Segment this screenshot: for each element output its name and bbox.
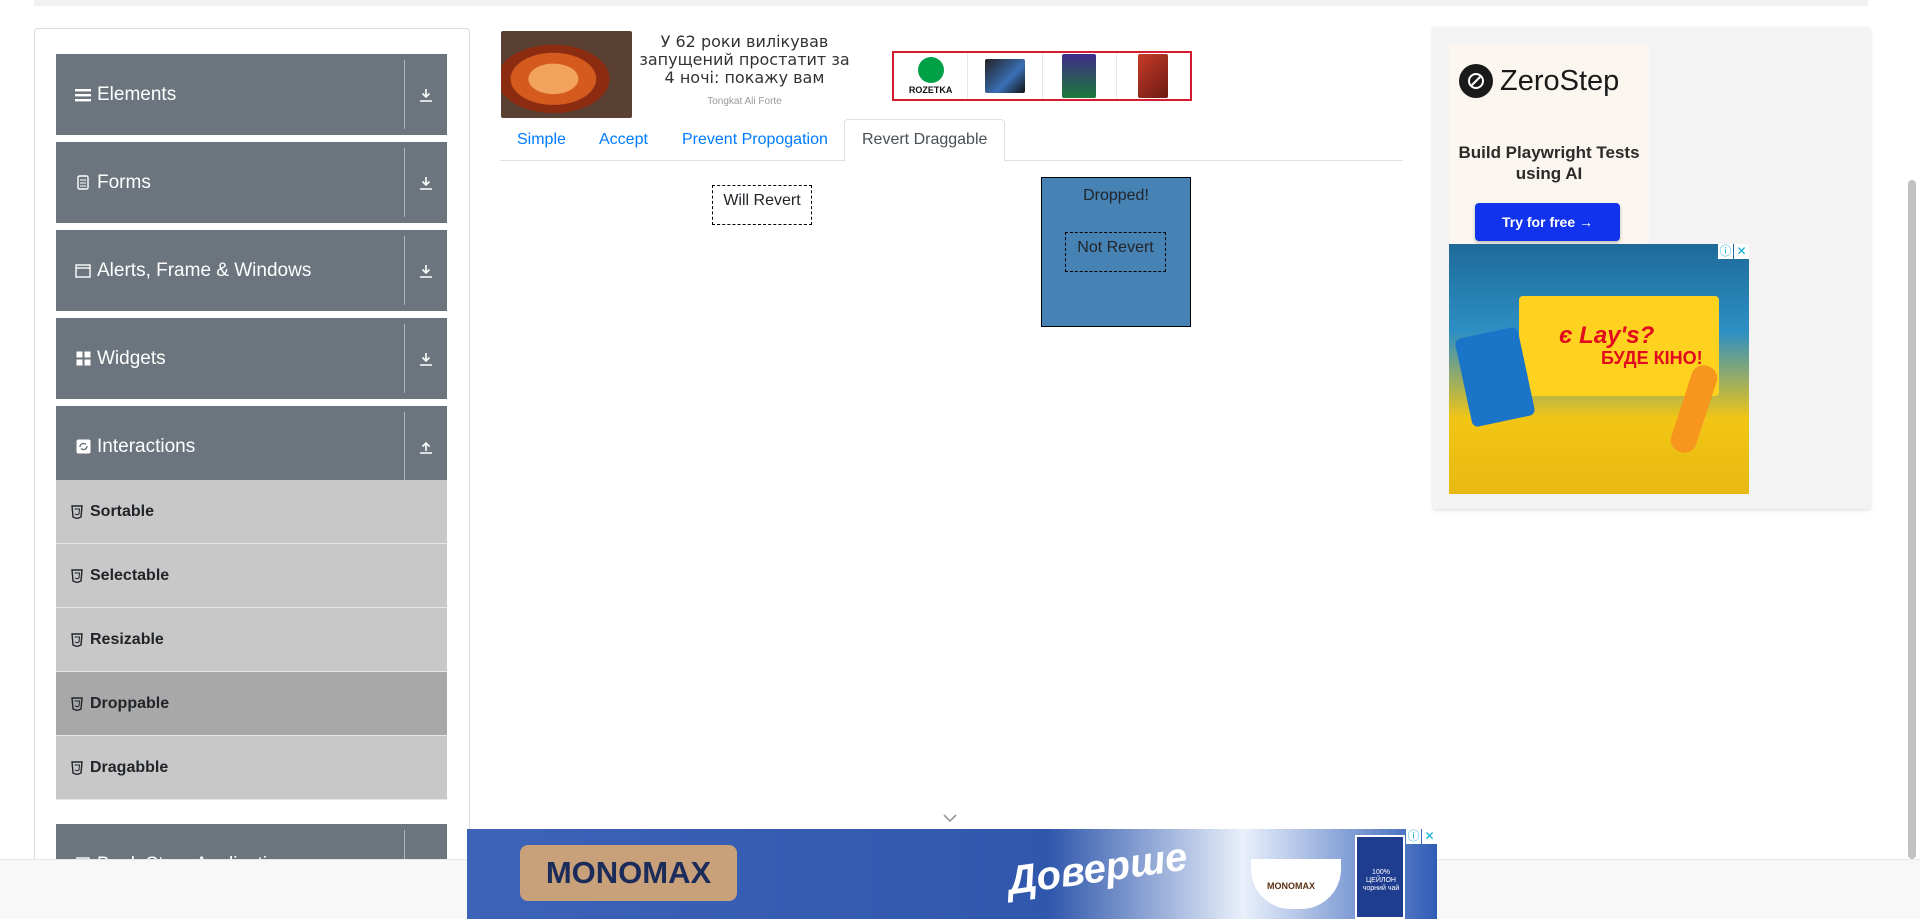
phone-image — [1138, 54, 1169, 98]
not-revert-draggable[interactable]: Not Revert — [1065, 232, 1166, 272]
sidebar-item-selectable[interactable]: Selectable — [56, 544, 447, 608]
monitor-image — [984, 59, 1025, 93]
lays-ad[interactable]: є Lay's? БУДЕ КІНО! ⓘ ✕ — [1449, 244, 1749, 494]
ad-close-icon[interactable]: ✕ — [1422, 829, 1437, 844]
zerostep-logo: ZeroStep — [1459, 64, 1619, 98]
will-revert-draggable[interactable]: Will Revert — [712, 185, 812, 225]
html5-icon — [70, 760, 84, 776]
ad-rozetka[interactable]: ROZETKA — [892, 51, 1192, 101]
ad-top-source[interactable]: Tongkat Ali Forte — [632, 96, 857, 107]
sidebar-item-label: Resizable — [90, 630, 164, 648]
widgets-icon — [75, 351, 91, 367]
sidebar-group-label: Elements — [97, 83, 177, 105]
droppable-tabs: Simple Accept Prevent Propogation Revert… — [500, 119, 1403, 162]
ad-info-icon[interactable]: ⓘ — [1718, 244, 1733, 259]
divider — [404, 236, 405, 305]
left-sidebar: Elements Forms Alerts, Frame & Windows W… — [34, 28, 470, 919]
sidebar-item-label: Sortable — [90, 502, 155, 520]
monomax-brand: MONOMAX — [520, 845, 737, 901]
top-strip — [34, 0, 1868, 6]
html5-icon — [70, 504, 84, 520]
interactions-submenu: Sortable Selectable Resizable Droppable … — [56, 480, 447, 800]
sidebar-group-label: Interactions — [97, 435, 196, 457]
ad-product — [1117, 53, 1190, 99]
sidebar-group-interactions[interactable]: Interactions — [56, 406, 447, 487]
sidebar-item-droppable[interactable]: Droppable — [56, 672, 447, 736]
ad-info-icon[interactable]: ⓘ — [1406, 829, 1421, 844]
lays-title: є Lay's? — [1559, 322, 1655, 349]
sidebar-group-label: Forms — [97, 171, 151, 193]
zerostep-name: ZeroStep — [1500, 64, 1620, 97]
sidebar-item-label: Selectable — [90, 566, 170, 584]
hamburger-icon — [75, 87, 91, 103]
window-icon — [75, 263, 91, 279]
sidebar-item-dragabble[interactable]: Dragabble — [56, 736, 447, 800]
sidebar-group-elements[interactable]: Elements — [56, 54, 447, 135]
ad-product — [1043, 53, 1117, 99]
monomax-slogan: Доверше — [1004, 834, 1191, 904]
page-scrollbar[interactable] — [1904, 0, 1920, 859]
zerostep-logo-icon — [1459, 64, 1493, 98]
html5-icon — [70, 632, 84, 648]
zerostep-subtitle: Build Playwright Tests using AI — [1458, 143, 1640, 183]
divider — [404, 412, 405, 481]
download-icon[interactable] — [413, 54, 439, 135]
upload-icon[interactable] — [413, 406, 439, 487]
divider — [404, 60, 405, 129]
chevron-down-icon[interactable] — [942, 812, 958, 824]
tab-accept[interactable]: Accept — [582, 119, 665, 161]
ad-product — [968, 53, 1043, 99]
divider — [404, 148, 405, 217]
html5-icon — [70, 696, 84, 712]
tab-simple[interactable]: Simple — [500, 119, 583, 161]
lays-subtitle: БУДЕ КІНО! — [1601, 348, 1703, 368]
sidebar-group-widgets[interactable]: Widgets — [56, 318, 447, 399]
html5-icon — [70, 568, 84, 584]
zerostep-ad[interactable]: ZeroStep Build Playwright Tests using AI… — [1449, 44, 1649, 254]
tea-box-text: 100% ЦЕЙЛОН чорний чай — [1362, 869, 1400, 892]
sidebar-item-resizable[interactable]: Resizable — [56, 608, 447, 672]
sidebar-item-label: Droppable — [90, 694, 170, 712]
droppable-target[interactable]: Dropped! Not Revert — [1041, 177, 1191, 327]
ad-top-text[interactable]: У 62 роки вилікував запущений простатит … — [632, 33, 857, 87]
interactions-icon — [75, 439, 91, 455]
tab-prevent-propogation[interactable]: Prevent Propogation — [665, 119, 845, 161]
try-for-free-button[interactable]: Try for free → — [1475, 203, 1620, 241]
download-icon[interactable] — [413, 142, 439, 223]
right-ad-panel: ZeroStep Build Playwright Tests using AI… — [1433, 28, 1870, 509]
ad-close-icon[interactable]: ✕ — [1734, 244, 1749, 259]
scrollbar-thumb[interactable] — [1908, 180, 1916, 859]
sidebar-group-label: Widgets — [97, 347, 166, 369]
form-icon — [75, 175, 91, 191]
download-icon[interactable] — [413, 318, 439, 399]
rozetka-label: ROZETKA — [908, 85, 953, 95]
ad-fruit-image[interactable] — [501, 31, 632, 118]
sidebar-item-sortable[interactable]: Sortable — [56, 480, 447, 544]
drop-status-text: Dropped! — [1083, 187, 1149, 204]
game-cover-image — [1062, 54, 1097, 98]
divider — [404, 324, 405, 393]
download-icon[interactable] — [413, 230, 439, 311]
sidebar-group-label: Alerts, Frame & Windows — [97, 259, 312, 281]
sidebar-group-forms[interactable]: Forms — [56, 142, 447, 223]
sidebar-group-alerts[interactable]: Alerts, Frame & Windows — [56, 230, 447, 311]
rozetka-logo-icon — [917, 57, 944, 83]
tab-revert-draggable[interactable]: Revert Draggable — [844, 119, 1006, 162]
cup-label: MONOMAX — [1267, 881, 1315, 891]
monomax-ad[interactable]: MONOMAX Доверше MONOMAX 100% ЦЕЙЛОН чорн… — [467, 829, 1437, 919]
rozetka-logo-cell: ROZETKA — [894, 53, 969, 99]
sidebar-item-label: Dragabble — [90, 758, 169, 776]
